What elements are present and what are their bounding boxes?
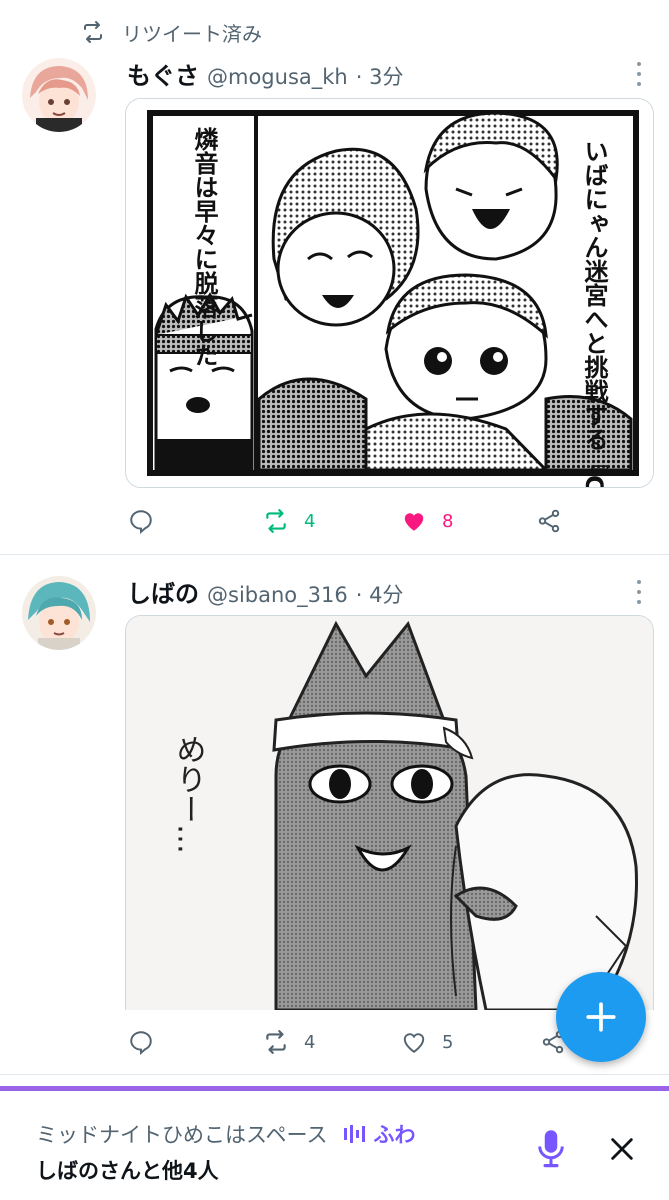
reply-icon — [130, 510, 152, 534]
tweet-time[interactable]: · 3分 — [356, 61, 404, 91]
tweet-divider — [0, 1074, 669, 1075]
close-spaces-button[interactable] — [608, 1135, 636, 1167]
retweet-icon — [84, 21, 102, 43]
spaces-bar[interactable]: ミッドナイトひめこはスペース ふわ しばのさんと他4人 — [0, 1086, 669, 1200]
retweet-count: 4 — [304, 1031, 316, 1053]
compose-tweet-button[interactable] — [556, 972, 646, 1062]
retweet-button[interactable]: 4 — [262, 1029, 315, 1055]
heart-outline-icon — [403, 1033, 425, 1053]
manga-caption-left: 燐音は早々に脱落した — [190, 127, 218, 367]
reply-icon — [130, 1031, 152, 1055]
manga-caption-right: いばにゃん迷宮へと挑戦する『Crazy:B』！ — [580, 139, 608, 487]
microphone-button[interactable] — [536, 1129, 566, 1173]
retweet-icon — [266, 1030, 286, 1054]
share-button[interactable] — [536, 508, 562, 534]
reply-button[interactable] — [128, 1029, 154, 1055]
like-count: 5 — [442, 1031, 454, 1053]
audio-bars-icon — [344, 1125, 366, 1143]
spaces-live-indicator: ふわ — [343, 1119, 415, 1149]
tweet-header: しばの @sibano_316 · 4分 — [127, 574, 403, 609]
heart-filled-icon — [404, 513, 424, 531]
retweet-banner: リツイート済み — [80, 16, 262, 48]
user-handle[interactable]: @mogusa_kh — [207, 65, 348, 89]
share-icon — [538, 509, 560, 533]
more-options-icon[interactable] — [627, 60, 651, 88]
avatar[interactable] — [22, 576, 96, 650]
more-options-icon[interactable] — [627, 578, 651, 606]
plus-icon — [586, 1002, 616, 1032]
manga-image: いばにゃん迷宮へと挑戦する『Crazy:B』！ 燐音は早々に脱落した — [126, 99, 653, 487]
avatar[interactable] — [22, 58, 96, 132]
meme-caption: めりー… — [171, 734, 206, 854]
tweet-divider — [0, 554, 669, 555]
display-name[interactable]: しばの — [127, 574, 199, 609]
microphone-icon — [538, 1130, 564, 1168]
tweet-image[interactable]: めりー… — [125, 615, 654, 1010]
tweet-image[interactable]: いばにゃん迷宮へと挑戦する『Crazy:B』！ 燐音は早々に脱落した — [125, 98, 654, 488]
retweet-count: 4 — [304, 510, 316, 532]
spaces-title-row: ミッドナイトひめこはスペース ふわ — [36, 1119, 415, 1149]
like-button[interactable]: 8 — [400, 508, 453, 534]
retweet-banner-label: リツイート済み — [122, 21, 262, 46]
meme-image: めりー… — [126, 616, 653, 1010]
retweet-icon — [266, 509, 286, 533]
tweet-header: もぐさ @mogusa_kh · 3分 — [127, 56, 403, 91]
spaces-live-label: ふわ — [373, 1123, 416, 1147]
reply-button[interactable] — [128, 508, 154, 534]
close-icon — [611, 1138, 633, 1160]
like-count: 8 — [442, 510, 454, 532]
user-handle[interactable]: @sibano_316 — [207, 583, 348, 607]
spaces-title: ミッドナイトひめこはスペース — [36, 1123, 328, 1147]
display-name[interactable]: もぐさ — [127, 56, 199, 91]
spaces-participants: しばのさんと他4人 — [36, 1159, 219, 1183]
tweet-time[interactable]: · 4分 — [356, 579, 404, 609]
like-button[interactable]: 5 — [400, 1029, 453, 1055]
retweet-button[interactable]: 4 — [262, 508, 315, 534]
